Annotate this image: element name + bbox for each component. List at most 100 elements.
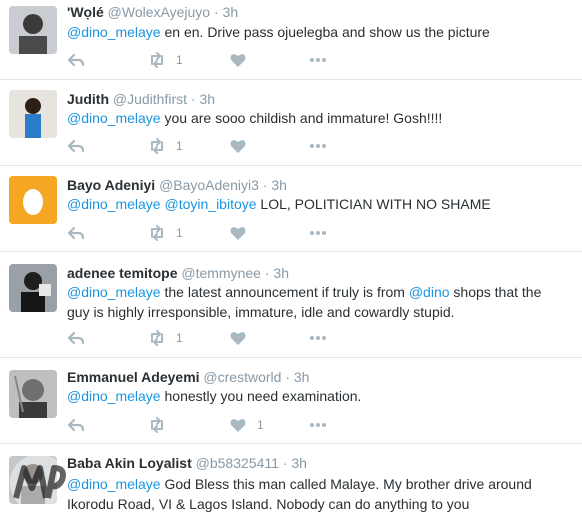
- display-name[interactable]: Baba Akin Loyalist: [67, 455, 192, 471]
- default-egg-icon: [9, 176, 57, 224]
- heart-icon: [229, 137, 247, 155]
- user-handle[interactable]: @b58325411: [196, 455, 279, 471]
- reply-icon: [67, 416, 85, 434]
- mention-link[interactable]: @dino_melaye: [67, 110, 161, 126]
- timestamp[interactable]: 3h: [291, 455, 307, 471]
- retweet-button[interactable]: 1: [148, 51, 183, 69]
- more-options-button[interactable]: [308, 329, 328, 347]
- more-dots-icon: [308, 137, 328, 155]
- avatar[interactable]: [9, 90, 57, 138]
- more-options-button[interactable]: [308, 416, 328, 434]
- like-count: 1: [257, 418, 264, 432]
- tweet-actions: 1: [67, 51, 367, 69]
- user-handle[interactable]: @BayoAdeniyi3: [159, 177, 259, 193]
- user-handle[interactable]: @crestworld: [203, 369, 281, 385]
- watermark-logo: [8, 452, 70, 514]
- tweet-text: @dino_melaye you are sooo childish and i…: [67, 108, 564, 128]
- reply-icon: [67, 51, 85, 69]
- tweet-header: Bayo Adeniyi @BayoAdeniyi3 · 3h: [67, 177, 287, 193]
- display-name[interactable]: Emmanuel Adeyemi: [67, 369, 200, 385]
- separator-dot: ·: [190, 91, 196, 107]
- mention-link[interactable]: @toyin_ibitoye: [165, 196, 257, 212]
- retweet-icon: [148, 329, 166, 347]
- reply-button[interactable]: [67, 137, 85, 155]
- tweet-text: @dino_melaye @toyin_ibitoye LOL, POLITIC…: [67, 194, 564, 214]
- like-button[interactable]: 1: [229, 416, 264, 434]
- tweet[interactable]: Judith @Judithfirst · 3h @dino_melaye yo…: [0, 80, 582, 166]
- tweet-text: @dino_melaye honestly you need examinati…: [67, 386, 564, 406]
- reply-icon: [67, 137, 85, 155]
- retweet-button[interactable]: [148, 416, 166, 434]
- tweet-header: adenee temitope @temmynee · 3h: [67, 265, 289, 281]
- like-button[interactable]: [229, 329, 247, 347]
- user-handle[interactable]: @Judithfirst: [113, 91, 187, 107]
- retweet-icon: [148, 224, 166, 242]
- user-handle[interactable]: @WolexAyejuyo: [108, 4, 210, 20]
- retweet-icon: [148, 416, 166, 434]
- tweet-text-segment: the latest announcement if truly is from: [160, 284, 409, 300]
- display-name[interactable]: Judith: [67, 91, 109, 107]
- reply-icon: [67, 329, 85, 347]
- tweet-text-segment: LOL, POLITICIAN WITH NO SHAME: [256, 196, 491, 212]
- more-dots-icon: [308, 224, 328, 242]
- more-options-button[interactable]: [308, 224, 328, 242]
- reply-button[interactable]: [67, 224, 85, 242]
- avatar[interactable]: [9, 6, 57, 54]
- tweet-actions: 1: [67, 416, 367, 434]
- heart-icon: [229, 329, 247, 347]
- more-options-button[interactable]: [308, 137, 328, 155]
- mention-link[interactable]: @dino_melaye: [67, 476, 161, 492]
- mention-link[interactable]: @dino_melaye: [67, 24, 161, 40]
- tweet-text-segment: en en. Drive pass ojuelegba and show us …: [160, 24, 490, 40]
- retweet-count: 1: [176, 53, 183, 67]
- tweet-actions: 1: [67, 137, 367, 155]
- reply-icon: [67, 224, 85, 242]
- display-name[interactable]: adenee temitope: [67, 265, 177, 281]
- retweet-button[interactable]: 1: [148, 137, 183, 155]
- retweet-count: 1: [176, 226, 183, 240]
- display-name[interactable]: Bayo Adeniyi: [67, 177, 155, 193]
- tweet[interactable]: Bayo Adeniyi @BayoAdeniyi3 · 3h @dino_me…: [0, 166, 582, 252]
- mention-link[interactable]: @dino_melaye: [67, 196, 161, 212]
- tweet-header: Emmanuel Adeyemi @crestworld · 3h: [67, 369, 309, 385]
- retweet-icon: [148, 137, 166, 155]
- reply-button[interactable]: [67, 416, 85, 434]
- avatar[interactable]: [9, 264, 57, 312]
- retweet-count: 1: [176, 331, 183, 345]
- reply-button[interactable]: [67, 329, 85, 347]
- like-button[interactable]: [229, 51, 247, 69]
- tweet-header: Judith @Judithfirst · 3h: [67, 91, 215, 107]
- avatar[interactable]: [9, 176, 57, 224]
- tweet-actions: 1: [67, 329, 367, 347]
- retweet-button[interactable]: 1: [148, 329, 183, 347]
- tweet-header: Baba Akin Loyalist @b58325411 · 3h: [67, 455, 307, 471]
- more-options-button[interactable]: [308, 51, 328, 69]
- retweet-icon: [148, 51, 166, 69]
- timestamp[interactable]: 3h: [294, 369, 310, 385]
- reply-button[interactable]: [67, 51, 85, 69]
- avatar[interactable]: [9, 370, 57, 418]
- tweet[interactable]: Emmanuel Adeyemi @crestworld · 3h @dino_…: [0, 358, 582, 444]
- tweet[interactable]: Baba Akin Loyalist @b58325411 · 3h @dino…: [0, 444, 582, 517]
- timestamp[interactable]: 3h: [223, 4, 239, 20]
- separator-dot: ·: [262, 177, 268, 193]
- separator-dot: ·: [264, 265, 270, 281]
- tweet[interactable]: adenee temitope @temmynee · 3h @dino_mel…: [0, 252, 582, 358]
- tweet[interactable]: 'Wọlé @WolexAyejuyo · 3h @dino_melaye en…: [0, 0, 582, 80]
- tweet-header: 'Wọlé @WolexAyejuyo · 3h: [67, 4, 238, 20]
- user-handle[interactable]: @temmynee: [181, 265, 261, 281]
- mention-link[interactable]: @dino_melaye: [67, 284, 161, 300]
- mention-link[interactable]: @dino: [409, 284, 450, 300]
- mention-link[interactable]: @dino_melaye: [67, 388, 161, 404]
- more-dots-icon: [308, 51, 328, 69]
- like-button[interactable]: [229, 224, 247, 242]
- timestamp[interactable]: 3h: [271, 177, 287, 193]
- retweet-button[interactable]: 1: [148, 224, 183, 242]
- timestamp[interactable]: 3h: [199, 91, 215, 107]
- tweet-actions: 1: [67, 224, 367, 242]
- retweet-count: 1: [176, 139, 183, 153]
- like-button[interactable]: [229, 137, 247, 155]
- display-name[interactable]: 'Wọlé: [67, 4, 104, 20]
- timestamp[interactable]: 3h: [273, 265, 289, 281]
- heart-icon: [229, 51, 247, 69]
